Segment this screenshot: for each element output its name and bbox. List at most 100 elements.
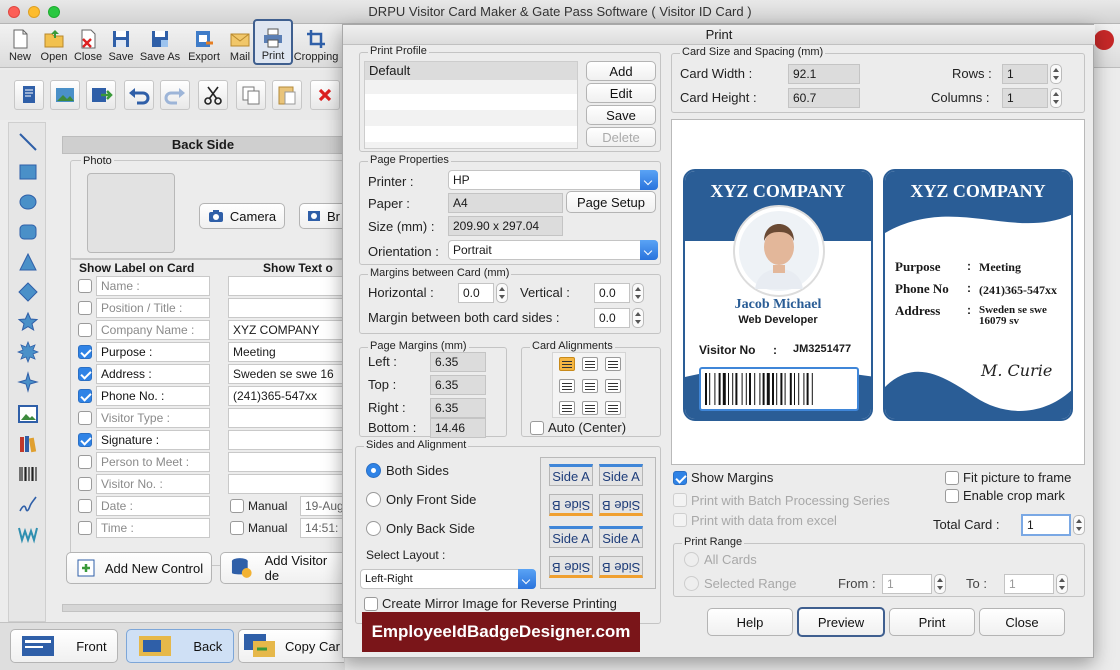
exit-icon[interactable] <box>1094 30 1114 50</box>
paper-field[interactable]: A4 <box>448 193 563 213</box>
show-label-checkbox[interactable] <box>78 301 92 315</box>
show-label-checkbox[interactable] <box>78 477 92 491</box>
browse-button[interactable]: Br <box>299 203 347 229</box>
all-cards-radio[interactable] <box>684 552 699 567</box>
library-tool-icon[interactable] <box>17 433 39 455</box>
barcode-tool-icon[interactable] <box>17 463 39 485</box>
field-value-input[interactable] <box>228 430 344 450</box>
align-top-center[interactable] <box>582 357 598 371</box>
photo-placeholder[interactable] <box>87 173 175 253</box>
excel-data-checkbox[interactable] <box>673 513 687 527</box>
show-label-checkbox[interactable] <box>78 411 92 425</box>
front-button[interactable]: Front <box>10 629 118 663</box>
columns-stepper[interactable] <box>1050 88 1062 108</box>
redo-icon[interactable] <box>160 80 190 110</box>
toolbar-save-as-button[interactable]: Save As <box>138 26 182 66</box>
to-stepper[interactable] <box>1056 574 1068 594</box>
profile-save-button[interactable]: Save <box>586 105 656 125</box>
camera-button[interactable]: Camera <box>199 203 285 229</box>
top-margin-field[interactable]: 6.35 <box>430 375 486 395</box>
profile-list[interactable]: Default <box>364 61 578 149</box>
align-middle-left[interactable] <box>559 379 575 393</box>
burst-tool-icon[interactable] <box>17 341 39 363</box>
signature-tool-icon[interactable] <box>17 493 39 515</box>
copy-icon[interactable] <box>236 80 266 110</box>
show-label-checkbox[interactable] <box>78 499 92 513</box>
toolbar-new-button[interactable]: New <box>6 26 34 66</box>
align-top-left[interactable] <box>559 357 575 371</box>
left-margin-field[interactable]: 6.35 <box>430 352 486 372</box>
orientation-select[interactable]: Portrait <box>448 240 658 260</box>
triangle-tool-icon[interactable] <box>17 251 39 273</box>
sparkle-tool-icon[interactable] <box>17 371 39 393</box>
field-value-input[interactable]: Meeting <box>228 342 344 362</box>
show-margins-checkbox[interactable] <box>673 471 687 485</box>
toolbar-print-button[interactable]: Print <box>253 19 293 65</box>
profile-item-default[interactable]: Default <box>365 62 577 80</box>
toolbar-cropping-button[interactable]: Cropping <box>294 26 338 66</box>
preview-button[interactable]: Preview <box>797 607 885 637</box>
layout-select[interactable]: Left-Right <box>360 569 536 589</box>
diamond-tool-icon[interactable] <box>17 281 39 303</box>
show-label-checkbox[interactable] <box>78 279 92 293</box>
add-visitor-details-button[interactable]: Add Visitor de <box>220 552 344 584</box>
field-value-input[interactable]: Sweden se swe 16 <box>228 364 344 384</box>
cut-icon[interactable] <box>198 80 228 110</box>
rounded-rectangle-tool-icon[interactable] <box>17 221 39 243</box>
minimize-window-icon[interactable] <box>28 6 40 18</box>
copy-card-button[interactable]: Copy Car <box>238 629 344 663</box>
page-icon[interactable] <box>14 80 44 110</box>
profile-delete-button[interactable]: Delete <box>586 127 656 147</box>
both-sides-margin-field[interactable]: 0.0 <box>594 308 630 328</box>
manual-checkbox[interactable] <box>230 499 244 513</box>
profile-edit-button[interactable]: Edit <box>586 83 656 103</box>
field-value-input[interactable] <box>228 408 344 428</box>
help-button[interactable]: Help <box>707 608 793 636</box>
align-middle-right[interactable] <box>605 379 621 393</box>
card-width-field[interactable]: 92.1 <box>788 64 860 84</box>
printer-select[interactable]: HP <box>448 170 658 190</box>
show-label-checkbox[interactable] <box>78 345 92 359</box>
field-value-input[interactable] <box>228 474 344 494</box>
horizontal-scrollbar[interactable] <box>62 604 344 612</box>
export-arrow-icon[interactable] <box>86 80 116 110</box>
vertical-margin-field[interactable]: 0.0 <box>594 283 630 303</box>
back-side-radio[interactable] <box>366 521 381 536</box>
to-field[interactable]: 1 <box>1004 574 1054 594</box>
toolbar-mail-button[interactable]: Mail <box>226 26 254 66</box>
field-value-input[interactable]: (241)365-547xx <box>228 386 344 406</box>
align-top-right[interactable] <box>605 357 621 371</box>
vertical-stepper[interactable] <box>632 283 644 303</box>
show-label-checkbox[interactable] <box>78 455 92 469</box>
total-card-stepper[interactable] <box>1073 515 1085 535</box>
fit-picture-checkbox[interactable] <box>945 471 959 485</box>
show-label-checkbox[interactable] <box>78 367 92 381</box>
both-sides-stepper[interactable] <box>632 308 644 328</box>
horizontal-margin-field[interactable]: 0.0 <box>458 283 494 303</box>
show-label-checkbox[interactable] <box>78 323 92 337</box>
rows-field[interactable]: 1 <box>1002 64 1048 84</box>
field-value-input[interactable]: XYZ COMPANY <box>228 320 344 340</box>
field-value-input[interactable] <box>228 276 344 296</box>
front-side-radio[interactable] <box>366 492 381 507</box>
both-sides-radio[interactable] <box>366 463 381 478</box>
rows-stepper[interactable] <box>1050 64 1062 84</box>
align-middle-center[interactable] <box>582 379 598 393</box>
show-label-checkbox[interactable] <box>78 389 92 403</box>
from-stepper[interactable] <box>934 574 946 594</box>
from-field[interactable]: 1 <box>882 574 932 594</box>
time-input[interactable]: 14:51: <box>300 518 344 538</box>
align-bottom-right[interactable] <box>605 401 621 415</box>
size-field[interactable]: 209.90 x 297.04 <box>448 216 563 236</box>
rectangle-tool-icon[interactable] <box>17 161 39 183</box>
field-value-input[interactable] <box>228 452 344 472</box>
horizontal-stepper[interactable] <box>496 283 508 303</box>
watermark-tool-icon[interactable] <box>17 523 39 545</box>
add-new-control-button[interactable]: Add New Control <box>66 552 212 584</box>
total-card-field[interactable]: 1 <box>1021 514 1071 536</box>
crop-mark-checkbox[interactable] <box>945 489 959 503</box>
auto-center-checkbox[interactable] <box>530 421 544 435</box>
batch-processing-checkbox[interactable] <box>673 493 687 507</box>
zoom-window-icon[interactable] <box>48 6 60 18</box>
undo-icon[interactable] <box>124 80 154 110</box>
